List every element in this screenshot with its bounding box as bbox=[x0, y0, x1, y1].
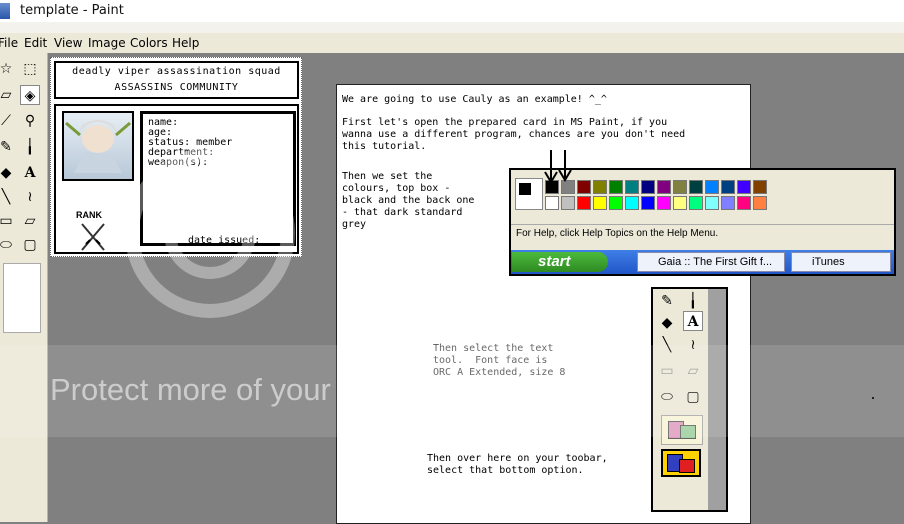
toolbox: ☆ ⬚ ▱ ◈ ⟋ ⚲ ✎ ╽ ◆ A ╲ ≀ ▭ ▱ ⬭ ▢ bbox=[0, 53, 48, 522]
taskbar-gaia-label: Gaia :: The First Gift f... bbox=[658, 256, 773, 268]
color-swatch[interactable] bbox=[577, 196, 591, 210]
color-swatch[interactable] bbox=[689, 196, 703, 210]
start-label: start bbox=[538, 253, 571, 270]
airbrush-icon[interactable]: ◆ bbox=[0, 163, 16, 183]
color-swatch[interactable] bbox=[721, 196, 735, 210]
title-gap bbox=[0, 22, 904, 33]
tutorial-step4: Then over here on your toobar, select th… bbox=[427, 453, 608, 476]
window-title: template - Paint bbox=[20, 3, 124, 18]
rect-select-icon[interactable]: ⬚ bbox=[20, 59, 40, 79]
color-swatch[interactable] bbox=[577, 180, 591, 194]
brush-icon[interactable]: ╽ bbox=[20, 137, 40, 157]
foreground-color bbox=[519, 183, 531, 195]
color-swatch[interactable] bbox=[545, 196, 559, 210]
color-swatch[interactable] bbox=[609, 180, 623, 194]
rectangle-icon[interactable]: ▭ bbox=[0, 211, 16, 231]
menu-image[interactable]: Image bbox=[88, 36, 126, 50]
taskbar-item-gaia[interactable]: Gaia :: The First Gift f... bbox=[637, 252, 785, 272]
color-swatch[interactable] bbox=[641, 196, 655, 210]
color-swatch[interactable] bbox=[593, 180, 607, 194]
tool-options-box[interactable] bbox=[3, 263, 41, 333]
title-bar: template - Paint bbox=[0, 0, 904, 23]
text-tool-icon[interactable]: A bbox=[20, 163, 40, 183]
magnifier-icon[interactable]: ⚲ bbox=[20, 111, 40, 131]
color-picker-icon[interactable]: ⟋ bbox=[0, 111, 16, 131]
color-swatch[interactable] bbox=[609, 196, 623, 210]
curve-icon[interactable]: ≀ bbox=[20, 187, 40, 207]
color-swatch[interactable] bbox=[721, 180, 735, 194]
watermark-text: Protect more of your memories for less! bbox=[50, 372, 593, 407]
color-swatch[interactable] bbox=[705, 196, 719, 210]
line-icon[interactable]: ╲ bbox=[0, 187, 16, 207]
color-swatch[interactable] bbox=[705, 180, 719, 194]
color-swatch[interactable] bbox=[641, 180, 655, 194]
color-swatch[interactable] bbox=[753, 196, 767, 210]
color-swatch[interactable] bbox=[625, 180, 639, 194]
color-swatch[interactable] bbox=[625, 196, 639, 210]
tutorial-intro: We are going to use Cauly as an example!… bbox=[342, 94, 607, 105]
color-swatch[interactable] bbox=[737, 180, 751, 194]
palette-screenshot: For Help, click Help Topics on the Help … bbox=[509, 150, 896, 276]
arrow-pointers-icon bbox=[544, 150, 572, 184]
color-swatch[interactable] bbox=[753, 180, 767, 194]
menu-help[interactable]: Help bbox=[172, 36, 199, 50]
ellipse-icon[interactable]: ⬭ bbox=[0, 235, 16, 255]
tutorial-step1: First let's open the prepared card in MS… bbox=[342, 117, 686, 152]
card-header-line1: deadly viper assassination squad bbox=[72, 66, 281, 77]
card-header: deadly viper assassination squad ASSASSI… bbox=[54, 61, 299, 99]
color-swatch[interactable] bbox=[673, 196, 687, 210]
fill-bucket-icon[interactable]: ◈ bbox=[20, 85, 40, 105]
menu-colors[interactable]: Colors bbox=[130, 36, 168, 50]
inset-airbrush-icon: ◆ bbox=[661, 315, 673, 331]
color-swatch[interactable] bbox=[689, 180, 703, 194]
color-swatch[interactable] bbox=[561, 196, 575, 210]
color-swatch[interactable] bbox=[657, 196, 671, 210]
color-swatch[interactable] bbox=[673, 180, 687, 194]
inset-transparent-option bbox=[661, 449, 701, 477]
pencil-icon[interactable]: ✎ bbox=[0, 137, 16, 157]
color-swatch[interactable] bbox=[657, 180, 671, 194]
inset-pencil-icon: ✎ bbox=[661, 293, 673, 309]
menu-file[interactable]: File bbox=[0, 36, 18, 50]
color-swatch[interactable] bbox=[737, 196, 751, 210]
status-help-text: For Help, click Help Topics on the Help … bbox=[516, 228, 719, 239]
free-select-icon[interactable]: ☆ bbox=[0, 59, 16, 79]
taskbar-item-itunes[interactable]: iTunes bbox=[791, 252, 891, 272]
eraser-icon[interactable]: ▱ bbox=[0, 85, 16, 105]
taskbar-itunes-label: iTunes bbox=[812, 256, 845, 268]
inset-text-tool-icon: A bbox=[683, 311, 703, 331]
menu-bar: File Edit View Image Colors Help bbox=[0, 33, 904, 53]
card-header-line2: ASSASSINS COMMUNITY bbox=[114, 82, 239, 93]
inset-brush-icon: ╽ bbox=[688, 293, 698, 309]
polygon-icon[interactable]: ▱ bbox=[20, 211, 40, 231]
rounded-rect-icon[interactable]: ▢ bbox=[20, 235, 40, 255]
menu-edit[interactable]: Edit bbox=[24, 36, 47, 50]
paint-app-icon bbox=[0, 3, 10, 19]
menu-view[interactable]: View bbox=[54, 36, 82, 50]
windows-taskbar: start Gaia :: The First Gift f... iTunes bbox=[511, 250, 894, 274]
photobucket-logo-icon bbox=[125, 148, 295, 318]
color-swatch[interactable] bbox=[593, 196, 607, 210]
start-button[interactable]: start bbox=[512, 252, 608, 272]
tutorial-step2: Then we set the colours, top box - black… bbox=[342, 171, 475, 230]
